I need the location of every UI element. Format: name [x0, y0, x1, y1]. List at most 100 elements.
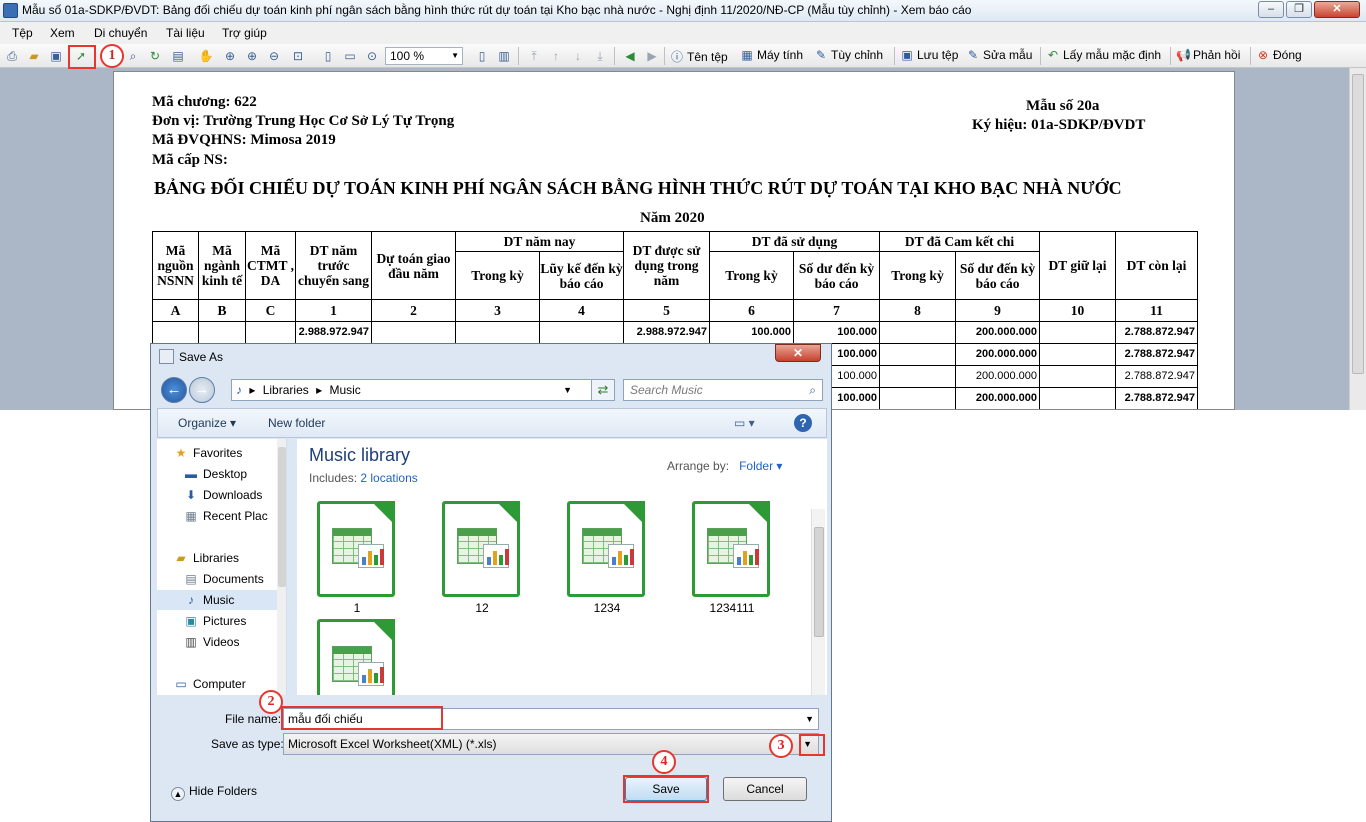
hide-folders-button[interactable]: ▲ Hide Folders — [171, 784, 257, 801]
single-page-icon[interactable]: ▯ — [474, 48, 490, 64]
back-button[interactable]: ← — [161, 377, 187, 403]
nav-desktop[interactable]: ▬ Desktop — [183, 464, 286, 484]
zoom-fit-icon[interactable]: ⊡ — [290, 48, 306, 64]
address-bar[interactable]: ♪ ▸ Libraries ▸ Music ▼ — [231, 379, 603, 401]
scrollbar-thumb[interactable] — [1352, 74, 1364, 374]
may-tinh-button[interactable]: ▦ Máy tính — [740, 48, 803, 62]
breadcrumb-music[interactable]: Music — [329, 383, 360, 397]
nav-recent-places[interactable]: ▦ Recent Plac — [183, 506, 286, 526]
scrollbar-thumb[interactable] — [278, 447, 286, 587]
col-code: 11 — [1115, 299, 1198, 322]
minimize-button[interactable]: – — [1258, 1, 1284, 18]
dong-label: Đóng — [1273, 48, 1302, 62]
file-item[interactable]: 12 — [432, 501, 522, 617]
refresh-button[interactable]: ⇄ — [591, 379, 615, 401]
col-code: 9 — [955, 299, 1040, 322]
locations-link[interactable]: 2 locations — [360, 471, 417, 485]
report-title: BẢNG ĐỐI CHIẾU DỰ TOÁN KINH PHÍ NGÂN SÁC… — [154, 178, 1122, 198]
breadcrumb-libraries[interactable]: Libraries — [263, 383, 309, 397]
page-width-icon[interactable]: ▯ — [320, 48, 336, 64]
first-page-icon[interactable]: ⤒ — [526, 48, 542, 64]
close-window-button[interactable]: ✕ — [1314, 1, 1360, 18]
report-scrollbar[interactable] — [1349, 68, 1366, 410]
last-page-icon[interactable]: ⤓ — [592, 48, 608, 64]
arrange-by-dropdown[interactable]: Folder — [739, 459, 773, 473]
nav-label: Downloads — [203, 488, 263, 502]
print-icon[interactable]: ⎙ — [4, 48, 20, 64]
file-item[interactable]: 1234 — [557, 501, 647, 617]
previous-page-icon[interactable]: ↑ — [548, 48, 564, 64]
luu-tep-button[interactable]: ▣ Lưu tệp — [900, 48, 958, 62]
zoom-icon[interactable]: ⊕ — [222, 48, 238, 64]
spreadsheet-icon — [317, 501, 395, 597]
nav-label: Favorites — [193, 446, 243, 460]
nav-documents[interactable]: ▤ Documents — [183, 569, 286, 589]
file-list-scrollbar[interactable] — [811, 509, 825, 695]
nav-label: Videos — [203, 635, 240, 649]
ten-tep-button[interactable]: ⓘ Tên tệp — [670, 48, 728, 65]
save-icon[interactable]: ▣ — [48, 48, 64, 64]
phan-hoi-button[interactable]: 📢 Phản hồi — [1176, 48, 1240, 62]
organize-button[interactable]: Organize ▾ — [178, 416, 236, 430]
file-name-label: File name: — [225, 712, 282, 726]
file-item[interactable] — [307, 619, 397, 695]
arrow-right-icon: → — [194, 381, 210, 398]
menu-tai-lieu[interactable]: Tài liệu — [166, 26, 205, 40]
view-options-icon[interactable]: ▭ ▾ — [734, 416, 755, 430]
menu-tep[interactable]: Tệp — [12, 26, 33, 40]
save-as-type-label: Save as type: — [211, 737, 284, 751]
zoom-in-icon[interactable]: ⊕ — [244, 48, 260, 64]
forward-icon[interactable]: ▶ — [644, 48, 660, 64]
new-folder-button[interactable]: New folder — [268, 416, 325, 430]
actual-size-icon[interactable]: ⊙ — [364, 48, 380, 64]
dialog-close-button[interactable]: ✕ — [775, 344, 821, 362]
file-item[interactable]: 1 — [307, 501, 397, 617]
next-page-icon[interactable]: ↓ — [570, 48, 586, 64]
whole-page-icon[interactable]: ▭ — [342, 48, 358, 64]
separator — [1250, 47, 1251, 65]
hand-tool-icon[interactable]: ✋ — [198, 48, 214, 64]
luu-tep-label: Lưu tệp — [917, 48, 959, 62]
zoom-out-icon[interactable]: ⊖ — [266, 48, 282, 64]
tuy-chinh-button[interactable]: ✎ Tùy chỉnh — [814, 48, 883, 62]
forward-button[interactable]: → — [189, 377, 215, 403]
file-name: 12 — [475, 601, 489, 615]
scrollbar-thumb[interactable] — [814, 527, 824, 637]
search-icon: ⌕ — [809, 383, 816, 397]
ma-dvqhns: Mã ĐVQHNS: Mimosa 2019 — [152, 132, 336, 148]
menu-bar: Tệp Xem Di chuyển Tài liệu Trợ giúp — [0, 22, 1366, 44]
open-folder-icon[interactable]: ▰ — [26, 48, 42, 64]
nav-videos[interactable]: ▥ Videos — [183, 632, 286, 652]
ten-tep-label: Tên tệp — [687, 49, 728, 64]
lay-mau-mac-dinh-button[interactable]: ↶ Lấy mẫu mặc định — [1046, 48, 1161, 62]
cell: 200.000.000 — [955, 321, 1040, 344]
sua-mau-button[interactable]: ✎ Sửa mẫu — [966, 48, 1032, 62]
menu-tro-giup[interactable]: Trợ giúp — [222, 26, 267, 40]
nav-libraries[interactable]: ▰ Libraries — [173, 548, 286, 568]
search-placeholder: Search Music — [630, 383, 703, 397]
zoom-select[interactable]: 100 % ▼ — [385, 47, 463, 65]
back-icon[interactable]: ◀ — [622, 48, 638, 64]
cell — [879, 365, 956, 388]
chevron-down-icon[interactable]: ▼ — [805, 709, 814, 729]
file-item[interactable]: 1234111 — [682, 501, 772, 617]
chevron-down-icon[interactable]: ▼ — [563, 380, 572, 400]
menu-di-chuyen[interactable]: Di chuyển — [94, 26, 147, 40]
chevron-down-icon[interactable]: ▾ — [776, 459, 782, 473]
nav-pictures[interactable]: ▣ Pictures — [183, 611, 286, 631]
dong-button[interactable]: ⊗ Đóng — [1256, 48, 1302, 62]
menu-xem[interactable]: Xem — [50, 26, 75, 40]
nav-scrollbar[interactable] — [277, 439, 286, 695]
two-page-icon[interactable]: ▥ — [496, 48, 512, 64]
cancel-button[interactable]: Cancel — [723, 777, 807, 801]
help-icon[interactable]: ? — [794, 414, 812, 432]
nav-favorites[interactable]: ★ Favorites — [173, 443, 286, 463]
page-setup-icon[interactable]: ▤ — [170, 48, 186, 64]
search-input[interactable]: Search Music ⌕ — [623, 379, 823, 401]
nav-downloads[interactable]: ⬇ Downloads — [183, 485, 286, 505]
maximize-button[interactable]: ❐ — [1286, 1, 1312, 18]
save-as-type-select[interactable]: Microsoft Excel Worksheet(XML) (*.xls) ▼ — [283, 733, 819, 755]
nav-music[interactable]: ♪ Music — [157, 590, 277, 610]
find-icon[interactable]: ⌕ — [125, 48, 141, 64]
refresh-icon[interactable]: ↻ — [147, 48, 163, 64]
